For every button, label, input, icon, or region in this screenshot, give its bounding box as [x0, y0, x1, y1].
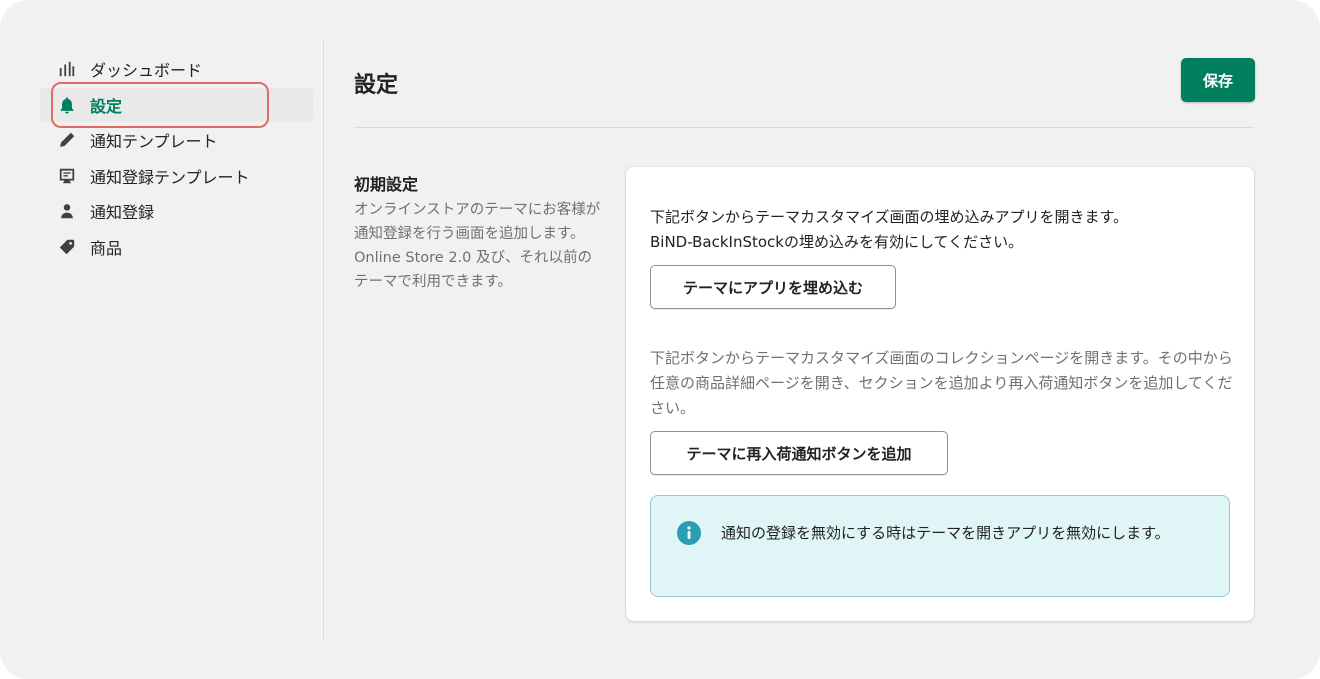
sidebar-item-label: 商品: [90, 238, 123, 258]
embed-app-button[interactable]: テーマにアプリを埋め込む: [650, 265, 896, 309]
sidebar-item-label: 設定: [90, 96, 123, 116]
section-description-text: Online Store 2.0 及び、それ以前のテーマで利用できます。: [354, 250, 592, 290]
pencil-icon: [56, 129, 78, 151]
sidebar-item-registrations[interactable]: 通知登録: [40, 194, 320, 228]
sidebar-item-label: 通知登録: [90, 203, 155, 222]
page-title: 設定: [354, 73, 399, 98]
tag-icon: [56, 236, 78, 258]
add-restock-button[interactable]: テーマに再入荷通知ボタンを追加: [650, 431, 948, 475]
bar-chart-icon: [56, 58, 78, 80]
sidebar-item-registration-template[interactable]: 通知登録テンプレート: [40, 159, 320, 193]
bell-icon: [56, 94, 78, 116]
info-icon: [677, 521, 701, 545]
person-icon: [56, 200, 78, 222]
embed-instructions-line: 下記ボタンからテーマカスタマイズ画面の埋め込みアプリを開きます。: [650, 208, 1129, 226]
settings-card: 下記ボタンからテーマカスタマイズ画面の埋め込みアプリを開きます。 BiND-Ba…: [626, 167, 1254, 621]
save-button[interactable]: 保存: [1181, 58, 1255, 102]
header-divider: [354, 127, 1254, 128]
sidebar-divider: [323, 40, 324, 640]
sidebar-item-notification-template[interactable]: 通知テンプレート: [40, 123, 320, 157]
section-title: 初期設定: [354, 175, 419, 194]
section-description-text: オンラインストアのテーマにお客様が通知登録を行う画面を追加します。: [354, 202, 601, 242]
template-icon: [56, 165, 78, 187]
embed-instructions-line: BiND-BackInStockの埋め込みを有効にしてください。: [650, 233, 1024, 251]
sidebar: ダッシュボード 設定 通知テンプレート 通知登録テンプレート 通知登録 商品: [40, 52, 320, 265]
restock-instructions: 下記ボタンからテーマカスタマイズ画面のコレクションページを開きます。その中から任…: [650, 349, 1233, 417]
sidebar-item-settings[interactable]: 設定: [40, 87, 313, 122]
info-text: 通知の登録を無効にする時はテーマを開きアプリを無効にします。: [721, 524, 1170, 542]
section-description: オンラインストアのテーマにお客様が通知登録を行う画面を追加します。 Online…: [354, 198, 604, 294]
sidebar-item-products[interactable]: 商品: [40, 230, 320, 264]
sidebar-item-label: ダッシュボード: [90, 61, 203, 80]
embed-instructions: 下記ボタンからテーマカスタマイズ画面の埋め込みアプリを開きます。 BiND-Ba…: [650, 205, 1240, 255]
app-frame: ダッシュボード 設定 通知テンプレート 通知登録テンプレート 通知登録 商品 設…: [0, 0, 1320, 679]
sidebar-item-label: 通知登録テンプレート: [90, 167, 250, 187]
sidebar-item-label: 通知テンプレート: [90, 132, 218, 151]
sidebar-item-dashboard[interactable]: ダッシュボード: [40, 52, 320, 86]
info-banner: 通知の登録を無効にする時はテーマを開きアプリを無効にします。: [650, 495, 1230, 597]
